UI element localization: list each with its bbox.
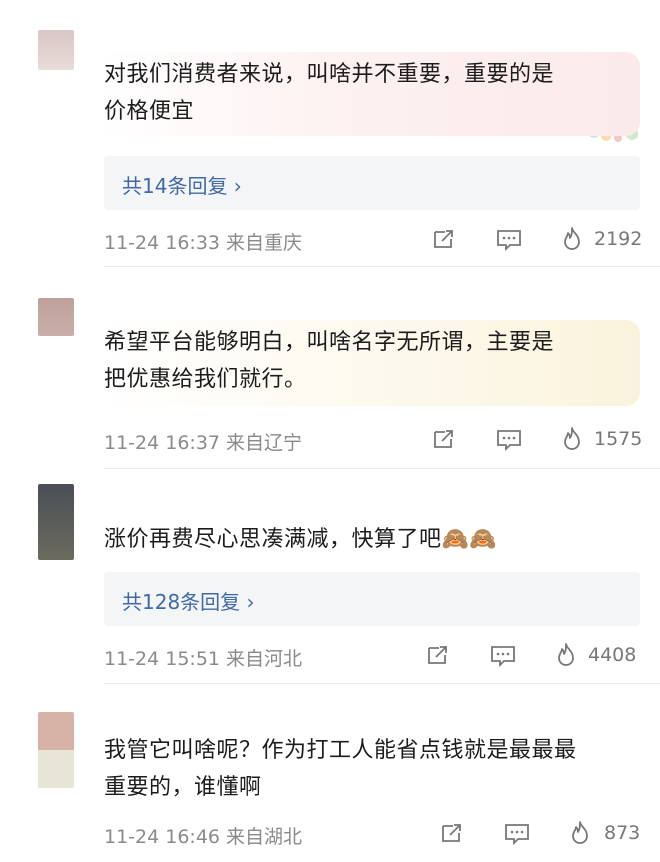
replies-label[interactable]: 共14条回复 › [122, 170, 242, 199]
comment-icon[interactable] [490, 644, 516, 668]
comment-text: 涨价再费尽心思凑满减，快算了吧🙈🙈 [104, 527, 498, 552]
replies-link[interactable]: 共14条回复 › [104, 156, 640, 210]
comment-text: 希望平台能够明白，叫啥名字无所谓，主要是 把优惠给我们就行。 [104, 330, 555, 392]
flame-like-icon[interactable] [554, 642, 578, 668]
flame-like-icon[interactable] [560, 426, 584, 452]
comment-item: 涨价再费尽心思凑满减，快算了吧🙈🙈 共128条回复 › 11-24 15:51 … [0, 469, 660, 684]
avatar[interactable] [38, 30, 74, 70]
avatar[interactable] [38, 484, 74, 560]
share-icon[interactable] [432, 228, 456, 250]
like-count: 2192 [594, 228, 643, 250]
comment-meta: 11-24 16:37 来自辽宁 [104, 432, 303, 454]
divider [104, 266, 660, 267]
like-count: 4408 [588, 644, 637, 666]
comment-icon[interactable] [496, 228, 522, 252]
share-icon[interactable] [426, 644, 450, 666]
comment-text: 我管它叫啥呢？作为打工人能省点钱就是最最最 重要的，谁懂啊 [104, 738, 577, 800]
comment-item: 我管它叫啥呢？作为打工人能省点钱就是最最最 重要的，谁懂啊 11-24 16:4… [0, 684, 660, 862]
replies-label[interactable]: 共128条回复 › [122, 586, 255, 615]
flame-like-icon[interactable] [568, 820, 592, 846]
avatar[interactable] [38, 712, 74, 788]
avatar[interactable] [38, 298, 74, 336]
comment-icon[interactable] [504, 822, 530, 846]
comment-meta: 11-24 16:33 来自重庆 [104, 232, 303, 254]
share-icon[interactable] [440, 822, 464, 844]
like-count: 1575 [594, 428, 643, 450]
comment-meta: 11-24 16:46 来自湖北 [104, 826, 303, 848]
share-icon[interactable] [432, 428, 456, 450]
comment-icon[interactable] [496, 428, 522, 452]
comment-item: 对我们消费者来说，叫啥并不重要，重要的是 价格便宜 共14条回复 › 11-24… [0, 0, 660, 268]
comment-item: 希望平台能够明白，叫啥名字无所谓，主要是 把优惠给我们就行。 11-24 16:… [0, 268, 660, 469]
comment-text: 对我们消费者来说，叫啥并不重要，重要的是 价格便宜 [104, 62, 555, 124]
replies-link[interactable]: 共128条回复 › [104, 572, 640, 626]
like-count: 873 [604, 822, 641, 844]
flame-like-icon[interactable] [560, 226, 584, 252]
comment-meta: 11-24 15:51 来自河北 [104, 648, 303, 670]
